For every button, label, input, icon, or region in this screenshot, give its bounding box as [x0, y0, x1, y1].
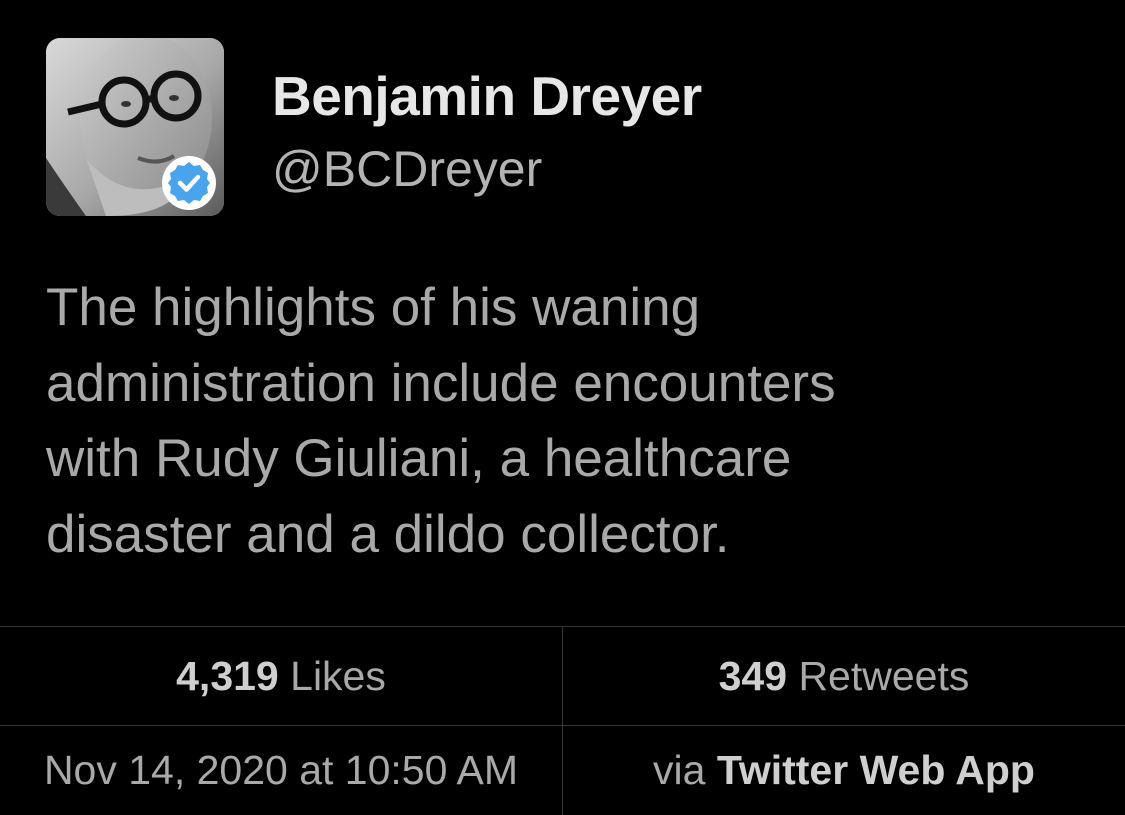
- tweet-text-line: The highlights of his waning: [46, 278, 701, 337]
- tweet-text-line: with Rudy Giuliani, a healthcare: [46, 429, 792, 488]
- likes-stat[interactable]: 4,319 Likes: [0, 628, 562, 725]
- author-handle[interactable]: @BCDreyer: [272, 140, 542, 198]
- tweet-text: The highlights of his waning administrat…: [46, 270, 1086, 572]
- retweets-label: Retweets: [798, 653, 970, 699]
- retweets-count: 349: [718, 653, 788, 699]
- tweet-source[interactable]: via Twitter Web App: [563, 726, 1125, 815]
- author-display-name[interactable]: Benjamin Dreyer: [272, 64, 702, 128]
- verified-badge: [162, 156, 216, 210]
- tweet-text-line: administration include encounters: [46, 353, 836, 413]
- tweet-card: Benjamin Dreyer @BCDreyer The highlights…: [0, 0, 1125, 815]
- likes-count: 4,319: [176, 653, 279, 699]
- retweets-stat[interactable]: 349 Retweets: [563, 628, 1125, 725]
- tweet-text-line: disaster and a dildo collector.: [46, 504, 730, 564]
- verified-checkmark-icon: [168, 162, 210, 204]
- source-app-name: Twitter Web App: [716, 747, 1035, 793]
- via-label: via: [653, 747, 706, 793]
- likes-label: Likes: [290, 653, 386, 699]
- tweet-timestamp[interactable]: Nov 14, 2020 at 10:50 AM: [0, 726, 562, 815]
- avatar-container[interactable]: [46, 38, 224, 216]
